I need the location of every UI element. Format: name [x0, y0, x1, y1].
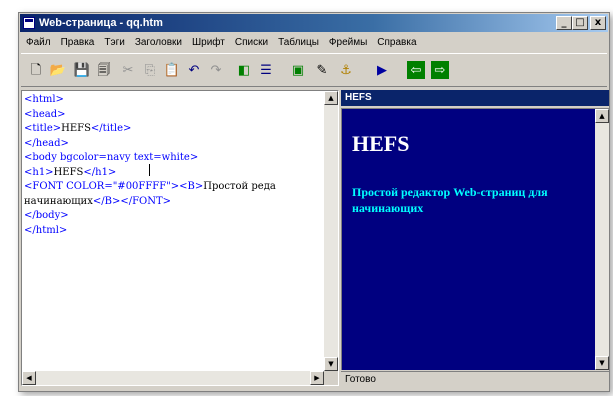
- menu-tables[interactable]: Таблицы: [273, 37, 324, 48]
- preview-icon[interactable]: ▣: [289, 61, 307, 79]
- code-line[interactable]: </head>: [24, 137, 322, 152]
- menu-file[interactable]: Файл: [21, 37, 56, 48]
- copy-icon[interactable]: ⎘: [141, 61, 159, 79]
- save-all-icon[interactable]: 🗐: [95, 61, 113, 79]
- menu-bar: Файл Правка Тэги Заголовки Шрифт Списки …: [21, 34, 607, 50]
- minimize-button[interactable]: _: [556, 16, 572, 30]
- app-icon[interactable]: [23, 17, 35, 29]
- code-tag: </title>: [90, 123, 132, 134]
- run-icon[interactable]: ▶: [373, 61, 391, 79]
- editor-vertical-scrollbar[interactable]: ▲ ▼: [324, 91, 338, 371]
- code-tag: <head>: [24, 108, 66, 120]
- preview-scroll-up-button[interactable]: ▲: [595, 109, 609, 123]
- code-line[interactable]: <body bgcolor=navy text=white>: [24, 151, 322, 166]
- menu-lists[interactable]: Списки: [230, 37, 273, 48]
- preview-heading: HEFS: [352, 131, 410, 156]
- menu-headings[interactable]: Заголовки: [130, 37, 187, 48]
- code-line[interactable]: </body>: [24, 209, 322, 224]
- code-line[interactable]: начинающих</B></FONT>: [24, 195, 322, 210]
- code-line[interactable]: <FONT COLOR="#00FFFF"><B>Простой реда: [24, 180, 322, 195]
- code-content: HEFS: [53, 166, 84, 178]
- code-tag: <B>: [179, 181, 204, 192]
- cut-icon[interactable]: ✂: [119, 61, 137, 79]
- code-editor[interactable]: <html> <head> <title>HEFS</title> </head> <b…: [21, 90, 339, 386]
- code-tag: <FONT COLOR="#00FFFF">: [24, 181, 180, 192]
- window-controls: _ □ x: [556, 16, 606, 30]
- window-title: Web-страница - qq.htm: [39, 17, 163, 29]
- code-line[interactable]: <title>HEFS</title>: [24, 122, 322, 137]
- code-tag: </h1>: [83, 166, 117, 178]
- code-line[interactable]: <html>: [24, 93, 322, 108]
- close-button[interactable]: x: [590, 16, 606, 30]
- scrollbar-corner: [324, 371, 338, 385]
- code-line[interactable]: <h1>HEFS</h1>: [24, 166, 322, 181]
- anchor-icon[interactable]: ⚓: [337, 61, 355, 79]
- code-text[interactable]: <html> <head> <title>HEFS</title> </head> <b…: [24, 93, 322, 238]
- preview-scroll-down-button[interactable]: ▼: [595, 356, 609, 370]
- split-view-icon[interactable]: ◧: [235, 61, 253, 79]
- preview-header: HEFS: [341, 90, 609, 106]
- code-tag: <body bgcolor=navy text=white>: [24, 152, 199, 163]
- undo-icon[interactable]: ↶: [185, 61, 203, 79]
- text-view-icon[interactable]: ☰: [257, 61, 275, 79]
- title-bar[interactable]: Web-страница - qq.htm _ □ x: [20, 14, 608, 32]
- scroll-up-button[interactable]: ▲: [324, 91, 338, 105]
- preview-text: Простой редактор Web-страниц для начинаю…: [352, 185, 548, 215]
- edit-icon[interactable]: ✎: [313, 61, 331, 79]
- save-icon[interactable]: 💾: [73, 61, 91, 79]
- scroll-right-button[interactable]: ▶: [310, 371, 324, 385]
- editor-horizontal-scrollbar[interactable]: ◀ ▶: [22, 371, 324, 385]
- back-icon[interactable]: ⇦: [407, 61, 425, 79]
- text-caret: [149, 164, 150, 176]
- code-line[interactable]: <head>: [24, 108, 322, 123]
- menu-frames[interactable]: Фреймы: [324, 37, 372, 48]
- preview-view[interactable]: HEFS Простой редактор Web-страниц для на…: [341, 108, 609, 370]
- code-content: Простой реда: [203, 181, 276, 192]
- code-tag: </B>: [92, 195, 121, 207]
- menu-tags[interactable]: Тэги: [99, 37, 129, 48]
- code-tag: </FONT>: [120, 195, 172, 207]
- redo-icon[interactable]: ↷: [207, 61, 225, 79]
- preview-pane: HEFS HEFS Простой редактор Web-страниц д…: [341, 90, 609, 386]
- scroll-down-button[interactable]: ▼: [324, 357, 338, 371]
- scroll-left-button[interactable]: ◀: [22, 371, 36, 385]
- status-bar: Готово: [341, 371, 609, 386]
- menu-help[interactable]: Справка: [372, 37, 421, 48]
- new-file-icon[interactable]: 🗋: [27, 61, 45, 79]
- paste-icon[interactable]: 📋: [163, 61, 181, 79]
- code-tag: <html>: [24, 94, 64, 105]
- code-content: начинающих: [24, 195, 93, 207]
- toolbar: 🗋 📂 💾 🗐 ✂ ⎘ 📋 ↶ ↷ ◧ ☰ ▣ ✎ ⚓ ▶ ⇦ ⇨: [21, 53, 607, 87]
- preview-vertical-scrollbar[interactable]: ▲ ▼: [595, 109, 609, 370]
- app-window: Web-страница - qq.htm _ □ x Файл Правка …: [18, 12, 610, 392]
- code-tag: </head>: [24, 137, 69, 149]
- code-tag: <title>: [24, 123, 62, 134]
- code-tag: <h1>: [24, 166, 54, 178]
- code-tag: </body>: [24, 210, 69, 221]
- code-tag: </html>: [24, 224, 68, 236]
- menu-edit[interactable]: Правка: [56, 37, 100, 48]
- code-line[interactable]: </html>: [24, 224, 322, 239]
- code-content: HEFS: [61, 123, 91, 134]
- forward-icon[interactable]: ⇨: [431, 61, 449, 79]
- open-folder-icon[interactable]: 📂: [49, 61, 67, 79]
- menu-font[interactable]: Шрифт: [187, 37, 230, 48]
- maximize-button[interactable]: □: [572, 16, 588, 30]
